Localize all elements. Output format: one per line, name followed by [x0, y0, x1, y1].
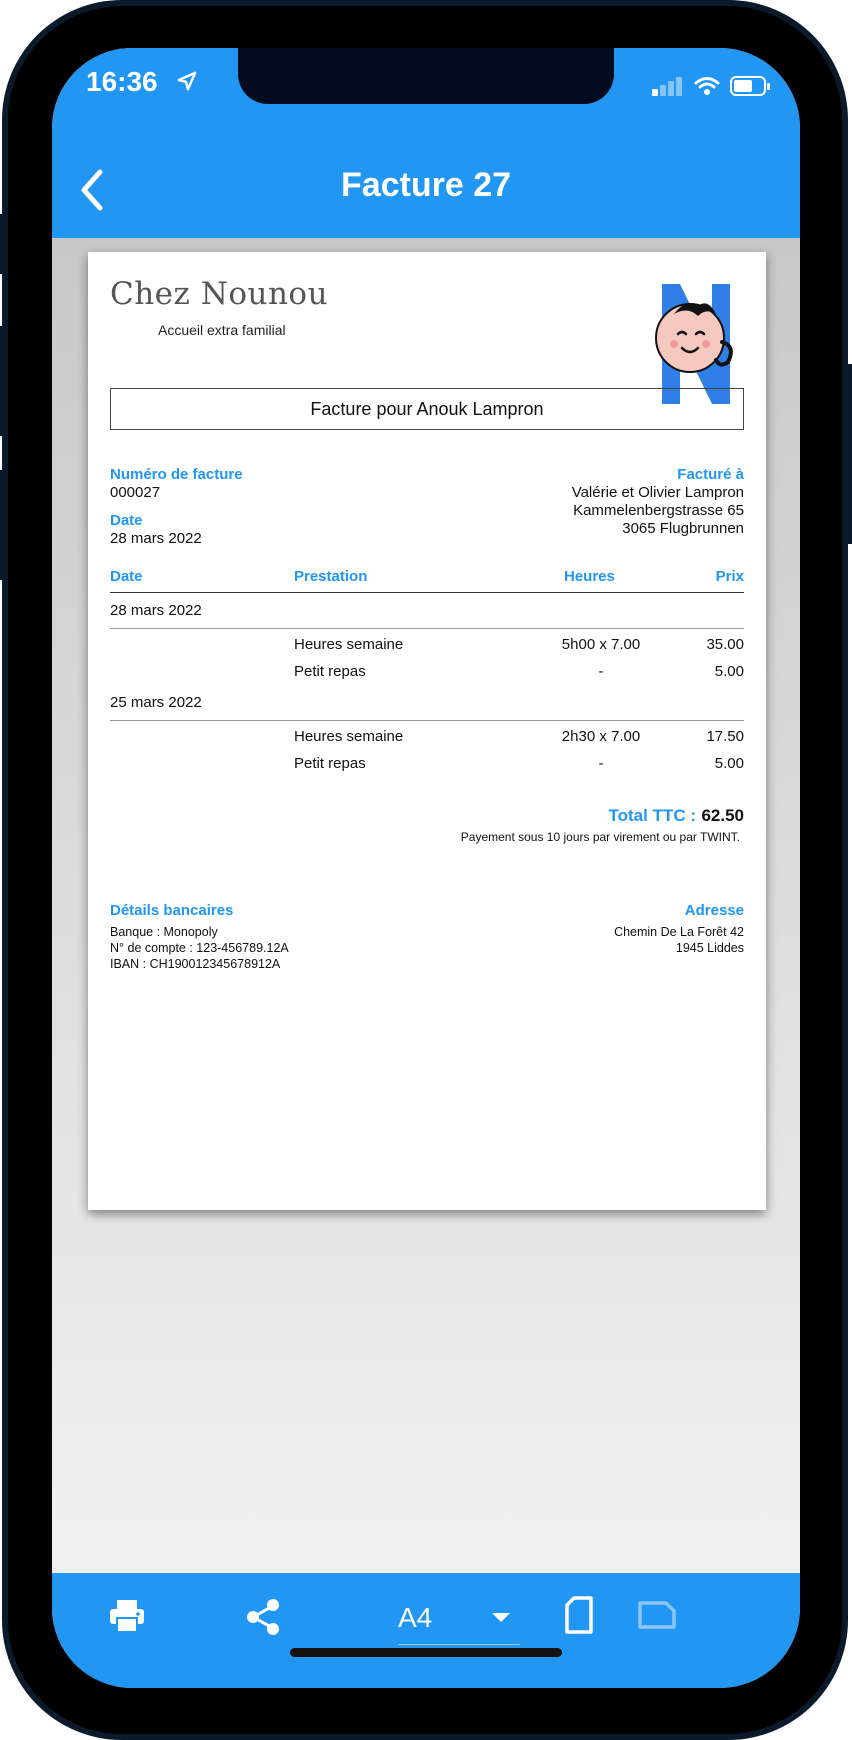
row-service: Petit repas	[294, 663, 366, 680]
nounou-logo-icon	[655, 284, 733, 404]
row-price: 35.00	[706, 636, 744, 653]
payment-note: Payement sous 10 jours par virement ou p…	[460, 830, 740, 844]
page-size-underline	[398, 1644, 520, 1645]
brand-name: Chez Nounou	[110, 276, 329, 312]
print-icon[interactable]	[108, 1598, 146, 1634]
group-divider	[110, 720, 744, 721]
side-button-left	[0, 326, 6, 436]
status-time: 16:36	[86, 66, 158, 97]
group-divider	[110, 628, 744, 629]
column-header-date: Date	[110, 568, 143, 585]
invoice-recipient-box: Facture pour Anouk Lampron	[110, 388, 744, 430]
column-header-hours: Heures	[564, 568, 615, 585]
column-header-price: Prix	[715, 568, 744, 585]
billed-to-line: Valérie et Olivier Lampron	[571, 484, 744, 501]
row-hours: -	[598, 755, 604, 772]
billed-to-line: 3065 Flugbrunnen	[622, 520, 744, 537]
billed-to-label: Facturé à	[677, 466, 744, 483]
invoice-number-label: Numéro de facture	[110, 466, 243, 483]
page-size-select[interactable]: A4	[398, 1602, 432, 1634]
landscape-page-icon[interactable]	[638, 1600, 676, 1630]
address-line: 1945 Liddes	[675, 941, 744, 955]
bank-line: IBAN : CH190012345678912A	[110, 957, 281, 971]
invoice-date: 28 mars 2022	[110, 530, 202, 547]
row-hours: 2h30 x 7.00	[561, 728, 641, 745]
bank-details-label: Détails bancaires	[110, 902, 234, 919]
location-arrow-icon	[177, 71, 197, 91]
status-icons	[652, 76, 770, 96]
side-button-left	[0, 214, 6, 274]
signal-icon	[652, 77, 684, 96]
bank-line: N° de compte : 123-456789.12A	[110, 941, 289, 955]
notch	[238, 48, 614, 104]
billed-to-line: Kammelenbergstrasse 65	[573, 502, 744, 519]
invoice-date-label: Date	[110, 512, 143, 529]
column-header-service: Prestation	[294, 568, 368, 585]
header-divider	[110, 592, 744, 593]
home-indicator	[290, 1648, 562, 1657]
group-date: 28 mars 2022	[110, 602, 202, 619]
screen: 16:36 Facture 27 Chez Nounou Accueil ext…	[52, 48, 800, 1688]
invoice-number: 000027	[110, 484, 161, 501]
side-button-left	[0, 470, 6, 580]
invoice-page: Chez Nounou Accueil extra familial Factu…	[88, 252, 766, 1210]
row-price: 17.50	[706, 728, 744, 745]
group-date: 25 mars 2022	[110, 694, 202, 711]
row-service: Heures semaine	[294, 636, 404, 653]
portrait-page-icon[interactable]	[564, 1596, 594, 1634]
row-price: 5.00	[714, 663, 744, 680]
row-hours: -	[598, 663, 604, 680]
wifi-icon	[694, 77, 720, 95]
brand-subtitle: Accueil extra familial	[158, 322, 286, 338]
address-label: Adresse	[684, 902, 744, 919]
row-service: Petit repas	[294, 755, 366, 772]
battery-icon	[730, 76, 770, 96]
bank-line: Banque : Monopoly	[110, 925, 218, 939]
row-price: 5.00	[714, 755, 744, 772]
page-title: Facture 27	[340, 166, 512, 204]
address-line: Chemin De La Forêt 42	[614, 925, 744, 939]
share-icon[interactable]	[244, 1598, 282, 1636]
dropdown-arrow-icon[interactable]	[492, 1613, 510, 1622]
side-button-right	[846, 364, 852, 544]
row-hours: 5h00 x 7.00	[561, 636, 641, 653]
total-amount: 62.50	[701, 806, 744, 825]
row-service: Heures semaine	[294, 728, 404, 745]
total-label: Total TTC :	[608, 806, 697, 825]
